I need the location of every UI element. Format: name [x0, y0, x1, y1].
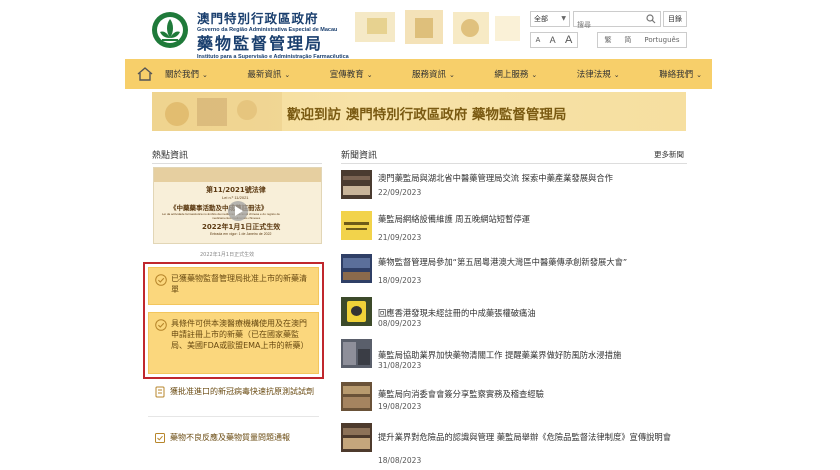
check-circle-icon — [155, 319, 167, 331]
macau-emblem-logo[interactable] — [148, 10, 194, 50]
divider — [341, 163, 687, 164]
nav-online-services-label: 網上服務 — [494, 70, 529, 80]
test-kit-icon — [155, 386, 165, 398]
hot-item-covid-test-reagents[interactable]: 獲批准進口的新冠病毒快速抗原測試試劑 — [148, 386, 319, 398]
chevron-down-icon: ⌄ — [531, 71, 538, 79]
hot-item-conditional-new-drugs[interactable]: 具條件可供本澳醫療機構使用及在澳門申請註冊上市的新藥（已在國家藥監局、美國FDA… — [148, 312, 319, 374]
news-title: 藥監局協助業界加快藥物清關工作 提醒藥業界做好防風防水浸措施 — [378, 350, 622, 360]
report-icon — [155, 433, 165, 443]
hot-item-adverse-reaction-report[interactable]: 藥物不良反應及藥物質量問題通報 — [148, 432, 319, 443]
news-date: 18/08/2023 — [378, 456, 422, 465]
poster-line2: Lei n.º 11/2021 — [222, 195, 249, 200]
hot-item-label: 具條件可供本澳醫療機構使用及在澳門申請註冊上市的新藥（已在國家藥監局、美國FDA… — [171, 319, 309, 350]
news-date: 08/09/2023 — [378, 319, 422, 328]
more-news-label: 更多新聞 — [654, 150, 684, 159]
nav-latest-info[interactable]: 最新資訊 ⌄ — [247, 68, 290, 80]
news-date: 19/08/2023 — [378, 402, 422, 411]
site-title[interactable]: 澳門特別行政區政府 Governo da Região Administrati… — [197, 8, 349, 61]
nav-latest-info-label: 最新資訊 — [247, 70, 282, 80]
chevron-down-icon: ⌄ — [202, 71, 208, 79]
play-icon[interactable] — [228, 201, 248, 221]
home-icon — [137, 67, 153, 81]
nav-about-label: 關於我們 — [165, 70, 200, 80]
search-box[interactable] — [573, 11, 661, 32]
hot-item-label: 已獲藥物監督管理局批准上市的新藥清單 — [171, 274, 307, 294]
search-scope-select[interactable]: 全部 ▼ — [530, 11, 570, 27]
news-thumbnail — [341, 170, 372, 199]
hot-item-label: 獲批准進口的新冠病毒快速抗原測試試劑 — [170, 387, 314, 396]
divider — [152, 163, 322, 164]
news-date: 21/09/2023 — [378, 233, 422, 242]
subtitle-pt-1: Governo da Região Administrativa Especia… — [197, 27, 338, 33]
nav-education[interactable]: 宣傳教育 ⌄ — [330, 68, 373, 80]
news-section-title: 新聞資訊 — [341, 151, 378, 161]
hot-info-title: 熱點資訊 — [152, 151, 189, 161]
poster-caption: 2022年1月1日正式生效 — [200, 252, 255, 258]
more-news-link[interactable]: 更多新聞 — [654, 149, 684, 160]
poster-line6: 2022年1月1日正式生效 — [202, 223, 281, 231]
news-title: 澳門藥監局與湖北省中醫藥管理局交流 探索中藥產業發展與合作 — [378, 173, 613, 183]
chevron-down-icon: ⌄ — [366, 71, 373, 79]
header-banner-image — [345, 6, 525, 51]
law-poster-slide[interactable]: 第11/2021號法律 Lei n.º 11/2021 《中藥藥事活動及中成藥註… — [153, 167, 322, 244]
sitemap-button[interactable]: 目錄 — [663, 11, 687, 27]
nav-laws-label: 法律法規 — [576, 70, 611, 80]
news-title: 藥監局向消委會會簽分享監察實務及稽查經驗 — [378, 389, 544, 399]
news-title: 回應香港發現未經註冊的中成藥張權破痛油 — [378, 308, 536, 318]
nav-services-info[interactable]: 服務資訊 ⌄ — [412, 68, 455, 80]
lang-portuguese[interactable]: Português — [644, 36, 679, 44]
chevron-down-icon: ⌄ — [284, 71, 291, 79]
font-size-medium-button[interactable]: A — [550, 35, 556, 45]
lang-simplified-chinese[interactable]: 简 — [624, 35, 631, 45]
poster-line7: Entrada em vigor: 1 de Janeiro de 2022 — [210, 232, 272, 236]
nav-about[interactable]: 關於我們 ⌄ — [165, 68, 208, 80]
home-button[interactable] — [125, 59, 165, 89]
news-thumbnail — [341, 382, 372, 411]
search-scope-value: 全部 — [534, 15, 548, 23]
font-size-small-button[interactable]: A — [536, 37, 541, 44]
news-thumbnail — [341, 211, 372, 240]
news-date: 31/08/2023 — [378, 361, 422, 370]
search-input[interactable] — [574, 18, 644, 32]
lang-traditional-chinese[interactable]: 繁 — [604, 35, 611, 45]
welcome-text: 歡迎到訪 澳門特別行政區政府 藥物監督管理局 — [287, 107, 567, 123]
font-size-switcher: A A A — [530, 32, 578, 48]
news-thumbnail — [341, 254, 372, 283]
nav-laws[interactable]: 法律法規 ⌄ — [577, 68, 620, 80]
news-title: 藥物監督管理局參加“第五屆粵港澳大灣區中醫藥傳承創新發展大會” — [378, 257, 628, 267]
language-switcher: 繁 简 Português — [597, 32, 687, 48]
title-zh: 澳門特別行政區政府 — [197, 11, 319, 26]
chevron-down-icon: ⌄ — [613, 71, 620, 79]
welcome-banner: 歡迎到訪 澳門特別行政區政府 藥物監督管理局 — [152, 92, 686, 131]
font-size-large-button[interactable]: A — [565, 34, 572, 46]
hot-item-approved-new-drugs[interactable]: 已獲藥物監督管理局批准上市的新藥清單 — [148, 267, 319, 305]
divider — [148, 416, 319, 417]
nav-contact-label: 聯絡我們 — [659, 70, 694, 80]
poster-line3: 《中藥藥事活動及中成藥註冊法》 — [170, 204, 268, 212]
news-thumbnail — [341, 297, 372, 326]
chevron-down-icon: ⌄ — [449, 71, 455, 79]
poster-line1: 第11/2021號法律 — [206, 186, 266, 194]
news-title: 提升業界對危險品的認識與管理 藥監局舉辦《危險品監督法律制度》宣傳說明會 — [378, 432, 672, 442]
news-thumbnail — [341, 423, 372, 452]
check-circle-icon — [155, 274, 167, 286]
news-title: 藥監局網絡設備維護 周五晚網站短暫停運 — [378, 214, 530, 224]
chevron-down-icon: ⌄ — [696, 71, 702, 79]
main-nav: 關於我們 ⌄ 最新資訊 ⌄ 宣傳教育 ⌄ 服務資訊 ⌄ 網上服務 ⌄ 法律法規 ⌄ 聯絡我們… — [125, 59, 712, 89]
nav-services-info-label: 服務資訊 — [412, 70, 447, 80]
search-icon[interactable] — [646, 14, 656, 24]
news-thumbnail — [341, 339, 372, 368]
chevron-down-icon: ▼ — [561, 15, 566, 22]
title-zh-2: 藥物監督管理局 — [197, 34, 324, 53]
hot-item-label: 藥物不良反應及藥物質量問題通報 — [170, 433, 290, 442]
nav-online-services[interactable]: 網上服務 ⌄ — [494, 68, 537, 80]
nav-contact[interactable]: 聯絡我們 ⌄ — [659, 68, 702, 80]
news-date: 18/09/2023 — [378, 276, 422, 285]
nav-education-label: 宣傳教育 — [329, 70, 364, 80]
news-date: 22/09/2023 — [378, 188, 422, 197]
